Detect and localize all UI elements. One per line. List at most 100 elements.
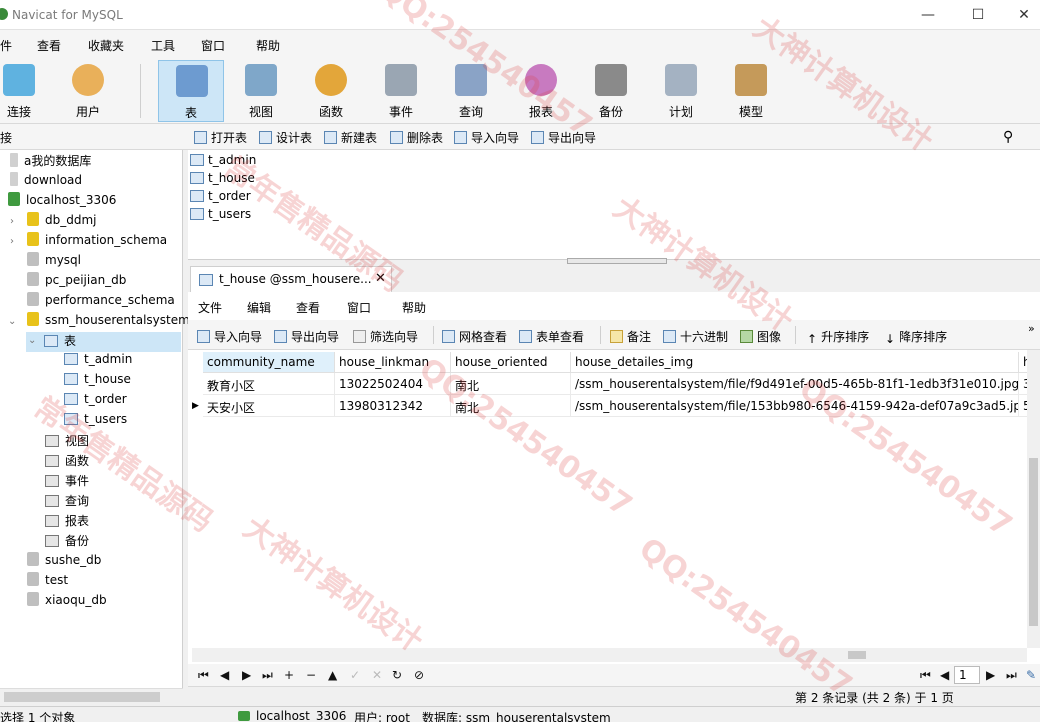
tree-item[interactable]: 备份 [45,532,89,552]
collapse-arrow-icon[interactable]: ⌄ [8,316,16,327]
table-cell[interactable]: 天安小区 [203,395,335,417]
table-cell[interactable]: 13980312342 [335,395,451,417]
toolbar-table-button[interactable]: 表 [158,60,224,122]
column-header[interactable]: house_oriented [451,352,571,373]
scrollbar-thumb[interactable] [1029,458,1038,626]
toolbar-backup-button[interactable]: 备份 [578,60,644,122]
memo-button[interactable]: 备注 [610,328,651,345]
next-record-button[interactable]: ▶ [242,668,251,682]
stop-button[interactable]: ⊘ [414,668,424,682]
tree-item[interactable]: 查询 [45,492,89,512]
toolbar-event-button[interactable]: 事件 [368,60,434,122]
tree-item[interactable]: 报表 [45,512,89,532]
menu-tools[interactable]: 工具 [151,37,175,54]
refresh-button[interactable]: ↻ [392,668,402,682]
export-wizard-button[interactable]: 导出向导 [531,129,596,145]
filter-wizard-button[interactable]: 筛选向导 [353,328,418,345]
new-table-button[interactable]: 新建表 [324,129,377,145]
column-header[interactable]: house_detailes_img [571,352,1019,373]
close-button[interactable]: ✕ [1004,4,1040,26]
prev-page-button[interactable]: ◀ [940,668,949,682]
toolbar-function-button[interactable]: 函数 [298,60,364,122]
scrollbar-thumb[interactable] [848,651,866,659]
page-number-input[interactable]: 1 [954,666,980,684]
tree-item[interactable]: t_users [64,412,127,432]
import-wizard-button[interactable]: 导入向导 [454,129,519,145]
tab-close-icon[interactable]: ✕ [375,271,386,286]
toolbar-overflow-icon[interactable]: » [1028,322,1035,335]
edit-record-button[interactable]: ▲ [328,668,337,682]
tree-item[interactable]: localhost_3306 [8,192,116,212]
menu-view[interactable]: 查看 [37,37,61,54]
object-item[interactable]: t_users [190,207,251,225]
tree-item[interactable]: information_schema [27,232,167,252]
toolbar-schedule-button[interactable]: 计划 [648,60,714,122]
discard-changes-button[interactable]: ✕ [372,668,382,682]
table-cell[interactable]: 南北 [451,395,571,417]
next-page-button[interactable]: ▶ [986,668,995,682]
scrollbar-thumb[interactable] [4,692,160,702]
export-wizard-button[interactable]: 导出向导 [274,328,339,345]
grid-vertical-scrollbar[interactable] [1027,350,1040,648]
menu-file[interactable]: 件 [0,37,12,54]
menu-favorites[interactable]: 收藏夹 [88,37,124,54]
tab-t-house[interactable]: t_house @ssm_housere... ✕ [190,266,392,292]
first-record-button[interactable]: ⏮ [198,668,209,683]
table-cell[interactable]: 13022502404 [335,373,451,395]
object-item[interactable]: t_order [190,189,251,207]
tree-horizontal-scrollbar[interactable] [0,688,183,705]
image-button[interactable]: 图像 [740,328,781,345]
prev-record-button[interactable]: ◀ [220,668,229,682]
tree-item[interactable]: mysql [27,252,81,272]
toolbar-connection-button[interactable]: 连接 [0,60,52,122]
toolbar-query-button[interactable]: 查询 [438,60,504,122]
first-page-button[interactable]: ⏮ [920,668,931,683]
collapse-arrow-icon[interactable]: ⌄ [28,335,36,346]
expand-arrow-icon[interactable]: › [10,216,14,227]
object-item[interactable]: t_house [190,171,255,189]
inner-menu-help[interactable]: 帮助 [402,299,426,316]
menu-help[interactable]: 帮助 [256,37,280,54]
table-cell[interactable]: /ssm_houserentalsystem/file/f9d491ef-00d… [571,373,1019,395]
inner-menu-window[interactable]: 窗口 [347,299,371,316]
tree-item[interactable]: sushe_db [27,552,101,572]
table-cell[interactable]: /ssm_houserentalsystem/file/153bb980-654… [571,395,1019,417]
add-record-button[interactable]: + [284,668,294,682]
menu-window[interactable]: 窗口 [201,37,225,54]
column-header[interactable]: house_linkman [335,352,451,373]
toolbar-model-button[interactable]: 模型 [718,60,784,122]
grid-horizontal-scrollbar[interactable] [192,648,1027,662]
tree-item[interactable]: xiaoqu_db [27,592,107,612]
open-table-button[interactable]: 打开表 [194,129,247,145]
search-icon[interactable]: ⚲ [1003,129,1013,145]
column-header[interactable]: community_name [203,352,335,373]
grid-view-button[interactable]: 网格查看 [442,328,507,345]
form-view-button[interactable]: 表单查看 [519,328,584,345]
tree-item[interactable]: t_house [64,372,131,392]
tree-item[interactable]: a我的数据库 [10,152,91,172]
table-cell[interactable]: 南北 [451,373,571,395]
last-page-button[interactable]: ⏭ [1006,668,1017,683]
tree-item[interactable]: ssm_houserentalsystem [27,312,190,332]
import-wizard-button[interactable]: 导入向导 [197,328,262,345]
tree-item[interactable]: t_admin [64,352,132,372]
tree-item[interactable]: 视图 [45,432,89,452]
toolbar-view-button[interactable]: 视图 [228,60,294,122]
sort-descending-button[interactable]: ↓ 降序排序 [885,328,947,346]
tree-item[interactable]: db_ddmj [27,212,97,232]
settings-icon[interactable]: ✎ [1026,668,1036,682]
tree-item[interactable]: test [27,572,68,592]
design-table-button[interactable]: 设计表 [259,129,312,145]
tree-item[interactable]: 事件 [45,472,89,492]
tree-item[interactable]: t_order [64,392,127,412]
toolbar-user-button[interactable]: 用户 [55,60,121,122]
tree-item-tables[interactable]: ⌄ 表 [26,332,181,352]
object-item[interactable]: t_admin [190,153,256,171]
delete-record-button[interactable]: − [306,668,316,682]
sort-ascending-button[interactable]: ↑ 升序排序 [807,328,869,346]
maximize-button[interactable]: ☐ [958,4,998,26]
tree-item[interactable]: pc_peijian_db [27,272,126,292]
expand-arrow-icon[interactable]: › [10,236,14,247]
tree-item[interactable]: 函数 [45,452,89,472]
hex-button[interactable]: 十六进制 [663,328,728,345]
